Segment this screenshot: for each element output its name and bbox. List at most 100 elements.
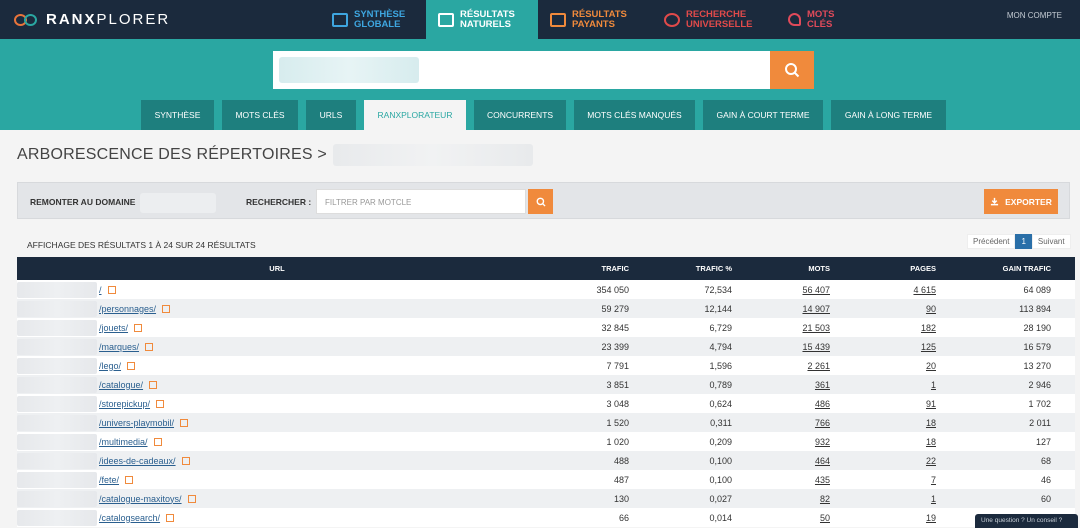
chat-widget[interactable]: Une question ? Un conseil ? bbox=[975, 514, 1078, 528]
tab-mots-cles[interactable]: MOTS CLÉS bbox=[222, 100, 298, 130]
prev-page-button[interactable]: Précédent bbox=[967, 234, 1016, 249]
external-link-icon[interactable] bbox=[134, 323, 143, 332]
keyword-filter-input[interactable]: FILTRER PAR MOTCLE bbox=[316, 189, 526, 214]
external-link-icon[interactable] bbox=[181, 456, 190, 465]
external-link-icon[interactable] bbox=[162, 304, 171, 313]
url-link[interactable]: /lego/ bbox=[99, 361, 136, 371]
tab-gain-court-terme[interactable]: GAIN À COURT TERME bbox=[703, 100, 823, 130]
pages-link[interactable]: 7 bbox=[830, 475, 936, 485]
remonter-domaine-link[interactable]: REMONTER AU DOMAINE bbox=[30, 197, 135, 207]
logo[interactable]: RANXPLORER bbox=[0, 11, 322, 28]
url-link[interactable]: /marques/ bbox=[99, 342, 154, 352]
nav-synthese-globale[interactable]: SYNTHÈSE GLOBALE bbox=[322, 0, 426, 39]
pages-link[interactable]: 19 bbox=[830, 513, 936, 523]
nav-resultats-payants[interactable]: RÉSULTATS PAYANTS bbox=[538, 0, 652, 39]
external-link-icon[interactable] bbox=[187, 494, 196, 503]
external-link-icon[interactable] bbox=[153, 437, 162, 446]
trafic-pct-cell: 0,027 bbox=[709, 493, 732, 504]
pages-link[interactable]: 182 bbox=[830, 323, 936, 333]
external-link-icon[interactable] bbox=[127, 361, 136, 370]
tab-concurrents[interactable]: CONCURRENTS bbox=[474, 100, 566, 130]
mots-link[interactable]: 50 bbox=[732, 513, 830, 523]
url-link[interactable]: /multimedia/ bbox=[99, 437, 162, 447]
nav-resultats-naturels[interactable]: RÉSULTATS NATURELS bbox=[426, 0, 538, 39]
dashboard-icon bbox=[332, 12, 348, 27]
table-row: /lego/7 791 1,596 2 261 20 13 270 bbox=[17, 356, 1075, 375]
url-link[interactable]: /catalogsearch/ bbox=[99, 513, 175, 523]
tab-mots-cles-manques[interactable]: MOTS CLÉS MANQUÉS bbox=[574, 100, 695, 130]
url-link[interactable]: /storepickup/ bbox=[99, 399, 165, 409]
filter-search-button[interactable] bbox=[528, 189, 553, 214]
account-menu[interactable]: MON COMPTE bbox=[1007, 11, 1062, 20]
external-link-icon[interactable] bbox=[156, 399, 165, 408]
blurred-domain bbox=[17, 434, 97, 450]
external-link-icon[interactable] bbox=[107, 285, 116, 294]
pages-link[interactable]: 22 bbox=[830, 456, 936, 466]
table-row: /catalogue-maxitoys/130 0,027 82 1 60 bbox=[17, 489, 1075, 508]
mots-link[interactable]: 464 bbox=[732, 456, 830, 466]
pages-link[interactable]: 91 bbox=[830, 399, 936, 409]
external-link-icon[interactable] bbox=[125, 475, 134, 484]
mots-link[interactable]: 56 407 bbox=[732, 285, 830, 295]
url-link[interactable]: /catalogue-maxitoys/ bbox=[99, 494, 196, 504]
external-link-icon[interactable] bbox=[149, 380, 158, 389]
url-cell: /catalogue/ bbox=[17, 375, 537, 394]
pages-link[interactable]: 90 bbox=[830, 304, 936, 314]
pagination: Précédent 1 Suivant bbox=[967, 234, 1071, 249]
mots-link[interactable]: 486 bbox=[732, 399, 830, 409]
url-link[interactable]: /jouets/ bbox=[99, 323, 143, 333]
mots-link[interactable]: 361 bbox=[732, 380, 830, 390]
trafic-cell: 23 399 bbox=[601, 341, 629, 352]
mots-link[interactable]: 15 439 bbox=[732, 342, 830, 352]
nav-mots-cles[interactable]: MOTS CLÉS bbox=[776, 0, 866, 39]
trafic-pct-cell: 0,624 bbox=[709, 398, 732, 409]
domain-search-input[interactable] bbox=[273, 51, 770, 89]
tab-ranxplorateur[interactable]: RANXPLORATEUR bbox=[364, 100, 466, 130]
page-1-button[interactable]: 1 bbox=[1015, 234, 1032, 249]
next-page-button[interactable]: Suivant bbox=[1031, 234, 1071, 249]
col-pages[interactable]: PAGES bbox=[830, 264, 936, 273]
url-link[interactable]: /fete/ bbox=[99, 475, 134, 485]
export-button[interactable]: EXPORTER bbox=[984, 189, 1058, 214]
pages-link[interactable]: 18 bbox=[830, 418, 936, 428]
pages-link[interactable]: 20 bbox=[830, 361, 936, 371]
url-link[interactable]: /univers-playmobil/ bbox=[99, 418, 189, 428]
mots-link[interactable]: 932 bbox=[732, 437, 830, 447]
table-row: /idees-de-cadeaux/488 0,100 464 22 68 bbox=[17, 451, 1075, 470]
col-url[interactable]: URL bbox=[17, 259, 537, 278]
tab-gain-long-terme[interactable]: GAIN À LONG TERME bbox=[831, 100, 946, 130]
url-cell: /personnages/ bbox=[17, 299, 537, 318]
mots-link[interactable]: 21 503 bbox=[732, 323, 830, 333]
search-button[interactable] bbox=[770, 51, 814, 89]
col-gain-trafic[interactable]: GAIN TRAFIC bbox=[936, 264, 1051, 273]
mots-link[interactable]: 14 907 bbox=[732, 304, 830, 314]
pages-link[interactable]: 1 bbox=[830, 494, 936, 504]
url-link[interactable]: /personnages/ bbox=[99, 304, 171, 314]
mots-link[interactable]: 82 bbox=[732, 494, 830, 504]
mots-link[interactable]: 2 261 bbox=[732, 361, 830, 371]
pages-link[interactable]: 4 615 bbox=[830, 285, 936, 295]
url-link[interactable]: /idees-de-cadeaux/ bbox=[99, 456, 190, 466]
mots-link[interactable]: 435 bbox=[732, 475, 830, 485]
url-link[interactable]: /catalogue/ bbox=[99, 380, 158, 390]
nav-recherche-universelle[interactable]: RECHERCHE UNIVERSELLE bbox=[652, 0, 776, 39]
tab-urls[interactable]: URLS bbox=[306, 100, 356, 130]
mots-link[interactable]: 766 bbox=[732, 418, 830, 428]
trafic-pct-cell: 0,311 bbox=[710, 417, 732, 428]
sub-tabs: SYNTHÈSE MOTS CLÉS URLS RANXPLORATEUR CO… bbox=[141, 100, 954, 130]
gain-trafic-cell: 46 bbox=[1040, 474, 1051, 485]
trafic-pct-cell: 72,534 bbox=[704, 284, 732, 295]
table-row: /jouets/32 845 6,729 21 503 182 28 190 bbox=[17, 318, 1075, 337]
external-link-icon[interactable] bbox=[180, 418, 189, 427]
col-mots[interactable]: MOTS bbox=[732, 264, 830, 273]
pages-link[interactable]: 18 bbox=[830, 437, 936, 447]
external-link-icon[interactable] bbox=[166, 513, 175, 522]
table-body: / 354 050 72,534 56 407 4 615 64 089/personna… bbox=[17, 280, 1075, 527]
pages-link[interactable]: 1 bbox=[830, 380, 936, 390]
pages-link[interactable]: 125 bbox=[830, 342, 936, 352]
col-trafic-pct[interactable]: TRAFIC % bbox=[629, 264, 732, 273]
external-link-icon[interactable] bbox=[145, 342, 154, 351]
tab-synthese[interactable]: SYNTHÈSE bbox=[141, 100, 214, 130]
col-trafic[interactable]: TRAFIC bbox=[537, 264, 630, 273]
url-link[interactable]: / bbox=[99, 285, 116, 295]
